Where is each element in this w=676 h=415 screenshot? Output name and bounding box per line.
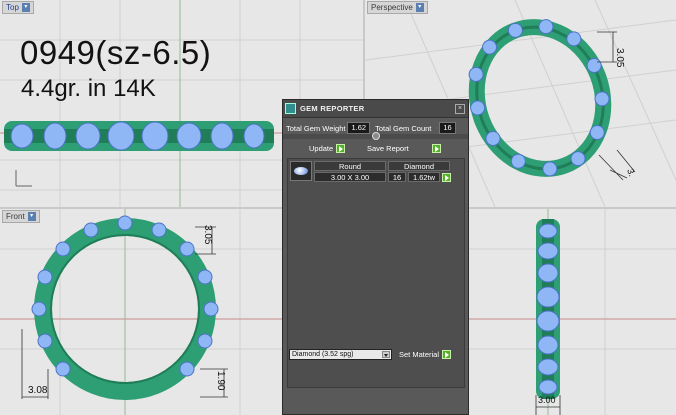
dim-front-height: 3.05 xyxy=(202,225,213,245)
dim-front-bottom-width: 3.08 xyxy=(28,385,48,396)
dim-persp-width: 3. xyxy=(625,167,637,177)
gem-totals-row: Total Gem Weight 1.62 Total Gem Count 16 xyxy=(286,122,456,134)
gem-reporter-title: GEM REPORTER xyxy=(300,104,365,113)
gem-reporter-icon xyxy=(285,103,296,114)
ring-top-shape xyxy=(4,121,274,151)
column-header-material: Diamond xyxy=(388,161,450,171)
gem-reporter-titlebar[interactable]: GEM REPORTER × xyxy=(283,100,468,118)
viewport-tab-top[interactable]: Top ▾ xyxy=(2,1,34,14)
gem-count-cell: 16 xyxy=(388,172,406,182)
dim-persp-height: 3.05 xyxy=(614,48,625,68)
save-report-button[interactable]: Save Report xyxy=(367,144,441,153)
chevron-down-icon[interactable]: ▾ xyxy=(21,3,30,12)
chevron-down-icon[interactable]: ▾ xyxy=(27,212,36,221)
material-select-value: Diamond (3.52 spg) xyxy=(292,351,354,358)
update-button[interactable]: Update xyxy=(309,144,346,153)
round-gem-icon xyxy=(290,161,312,181)
viewport-label: Top xyxy=(6,3,19,12)
model-name-annotation: 0949(sz-6.5) xyxy=(20,34,212,71)
dim-right-width: 3.00 xyxy=(538,395,556,405)
row-action-icon[interactable] xyxy=(442,173,451,182)
collapse-knob-icon[interactable] xyxy=(372,132,380,140)
close-icon[interactable]: × xyxy=(455,104,465,114)
gem-size-cell: 3.00 X 3.00 xyxy=(314,172,386,182)
chevron-down-icon[interactable] xyxy=(382,351,390,358)
viewport-tab-perspective[interactable]: Perspective ▾ xyxy=(367,1,428,14)
column-header-shape: Round xyxy=(314,161,386,171)
gem-reporter-panel[interactable]: GEM REPORTER × Total Gem Weight 1.62 Tot… xyxy=(282,99,469,415)
chevron-down-icon[interactable]: ▾ xyxy=(415,3,424,12)
viewport-label: Perspective xyxy=(371,3,413,12)
viewport-tab-front[interactable]: Front ▾ xyxy=(2,210,40,223)
weight-annotation: 4.4gr. in 14K xyxy=(21,75,156,102)
play-icon[interactable] xyxy=(442,350,452,359)
update-label: Update xyxy=(309,144,334,153)
play-icon[interactable] xyxy=(336,144,346,153)
save-report-label: Save Report xyxy=(367,144,409,153)
set-material-label: Set Material xyxy=(399,350,440,359)
viewport-label: Front xyxy=(6,212,25,221)
set-material-button[interactable]: Set Material xyxy=(399,350,452,359)
play-icon[interactable] xyxy=(431,144,441,153)
total-weight-label: Total Gem Weight xyxy=(286,123,346,133)
total-weight-value: 1.62 xyxy=(347,122,371,134)
ring-side-shape xyxy=(536,219,560,399)
material-select[interactable]: Diamond (3.52 spg) xyxy=(289,349,392,360)
panel-collapse-bar[interactable] xyxy=(283,132,468,140)
total-count-label: Total Gem Count xyxy=(375,123,432,133)
total-count-value: 16 xyxy=(439,122,456,134)
dim-front-bottom-height: 1.90 xyxy=(215,371,226,391)
gem-weight-cell: 1.62tw xyxy=(408,172,440,182)
